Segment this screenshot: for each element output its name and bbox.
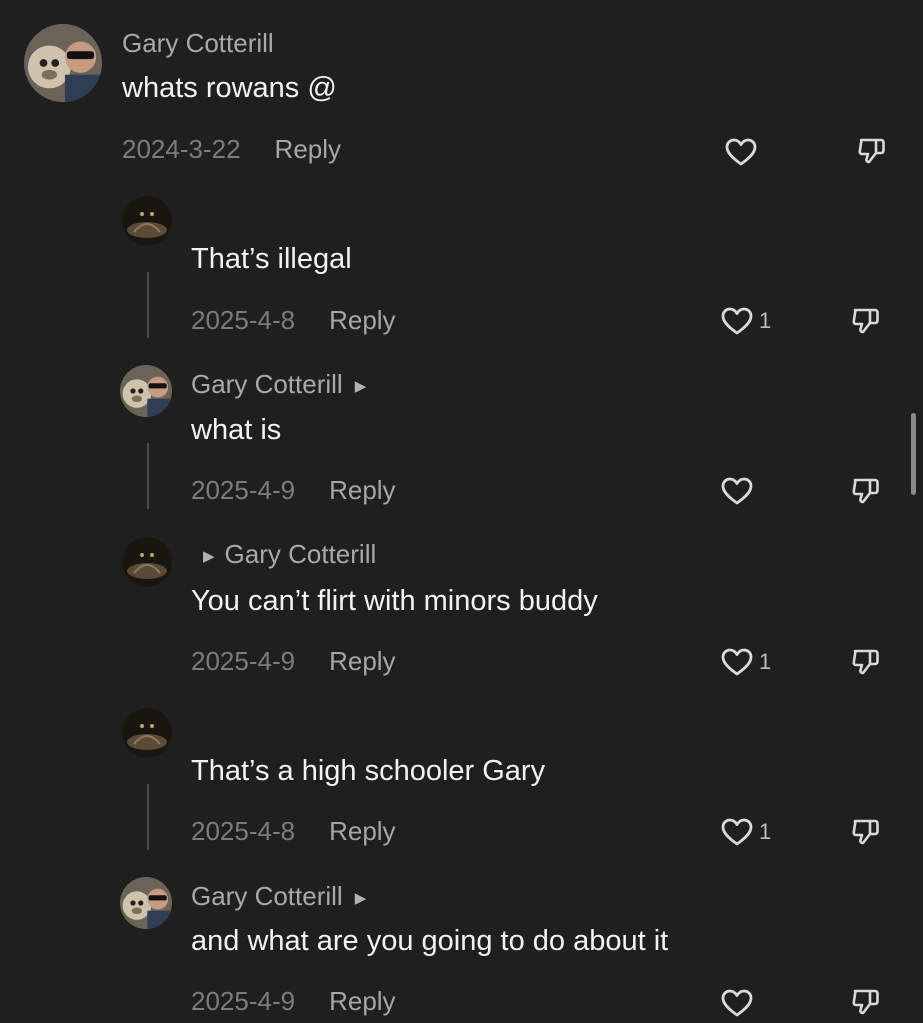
reply-button[interactable]: Reply: [275, 134, 341, 164]
scrollbar[interactable]: [911, 413, 916, 495]
heart-icon: [721, 307, 753, 335]
like-count: 1: [759, 819, 772, 844]
username-text: Gary Cotterill: [224, 539, 377, 569]
dark-avatar-icon[interactable]: [122, 708, 172, 758]
thumbs-down-icon: [852, 308, 879, 334]
comment-text: You can’t flirt with minors buddy: [191, 585, 598, 617]
thumbs-down-icon: [852, 819, 879, 845]
comment-date: 2025-4-9: [191, 475, 296, 505]
thumbs-down-icon: [858, 138, 885, 164]
thumbs-down-icon: [852, 989, 879, 1015]
comment-username[interactable]: ▶ Gary Cotterill: [203, 539, 376, 570]
reply-button[interactable]: Reply: [329, 816, 395, 846]
heart-icon: [721, 989, 753, 1017]
like-button[interactable]: [720, 476, 759, 506]
thread-line: [147, 443, 149, 509]
dark-avatar-icon[interactable]: [122, 537, 172, 587]
comment-text: That’s a high schooler Gary: [191, 755, 546, 787]
comment-text: what is: [191, 414, 282, 446]
dislike-button[interactable]: [850, 305, 882, 342]
reply-button[interactable]: Reply: [329, 986, 395, 1016]
username-text: Gary Cotterill: [191, 881, 343, 911]
comment-date: 2025-4-9: [191, 646, 296, 676]
gary-avatar-icon[interactable]: [120, 877, 172, 929]
comment-text: whats rowans @: [122, 72, 337, 104]
reply-button[interactable]: Reply: [329, 305, 395, 335]
comment-username[interactable]: Gary Cotterill ▶: [191, 369, 366, 400]
comment-username[interactable]: Gary Cotterill: [122, 28, 274, 59]
heart-icon: [721, 477, 753, 505]
comment-date: 2025-4-8: [191, 816, 296, 846]
comment-text: That’s illegal: [191, 243, 352, 275]
reply-button[interactable]: Reply: [329, 475, 395, 505]
thread-line: [147, 784, 149, 850]
comment-meta: 2025-4-8 Reply: [191, 305, 396, 336]
comment-username[interactable]: Gary Cotterill ▶: [191, 881, 366, 912]
heart-icon: [721, 648, 753, 676]
like-count: 1: [759, 649, 772, 674]
reply-button[interactable]: Reply: [329, 646, 395, 676]
comment-meta: 2024-3-22 Reply: [122, 134, 341, 165]
comment-meta: 2025-4-9 Reply: [191, 986, 396, 1017]
like-button[interactable]: 1: [720, 647, 771, 677]
play-triangle-icon: ▶: [354, 378, 367, 396]
comment-meta: 2025-4-9 Reply: [191, 646, 396, 677]
dislike-button[interactable]: [856, 135, 888, 172]
gary-avatar-icon[interactable]: [24, 24, 102, 102]
thumbs-down-icon: [852, 478, 879, 504]
username-text: Gary Cotterill: [191, 369, 343, 399]
play-triangle-icon: ▶: [203, 548, 215, 566]
thumbs-down-icon: [852, 649, 879, 675]
dark-avatar-icon[interactable]: [122, 196, 172, 246]
like-button[interactable]: [720, 988, 759, 1018]
comment-date: 2025-4-8: [191, 305, 296, 335]
play-triangle-icon: ▶: [354, 890, 367, 908]
username-text: Gary Cotterill: [122, 28, 274, 58]
comment-date: 2025-4-9: [191, 986, 296, 1016]
dislike-button[interactable]: [850, 475, 882, 512]
like-button[interactable]: 1: [720, 817, 771, 847]
gary-avatar-icon[interactable]: [120, 365, 172, 417]
comment-meta: 2025-4-8 Reply: [191, 816, 396, 847]
dislike-button[interactable]: [850, 986, 882, 1023]
like-button[interactable]: [724, 137, 763, 167]
like-count: 1: [759, 308, 772, 333]
heart-icon: [721, 818, 753, 846]
like-button[interactable]: 1: [720, 306, 771, 336]
comment-text: and what are you going to do about it: [191, 925, 669, 957]
comment-date: 2024-3-22: [122, 134, 241, 164]
comment-meta: 2025-4-9 Reply: [191, 475, 396, 506]
heart-icon: [725, 138, 757, 166]
dislike-button[interactable]: [850, 816, 882, 853]
dislike-button[interactable]: [850, 646, 882, 683]
thread-line: [147, 272, 149, 338]
